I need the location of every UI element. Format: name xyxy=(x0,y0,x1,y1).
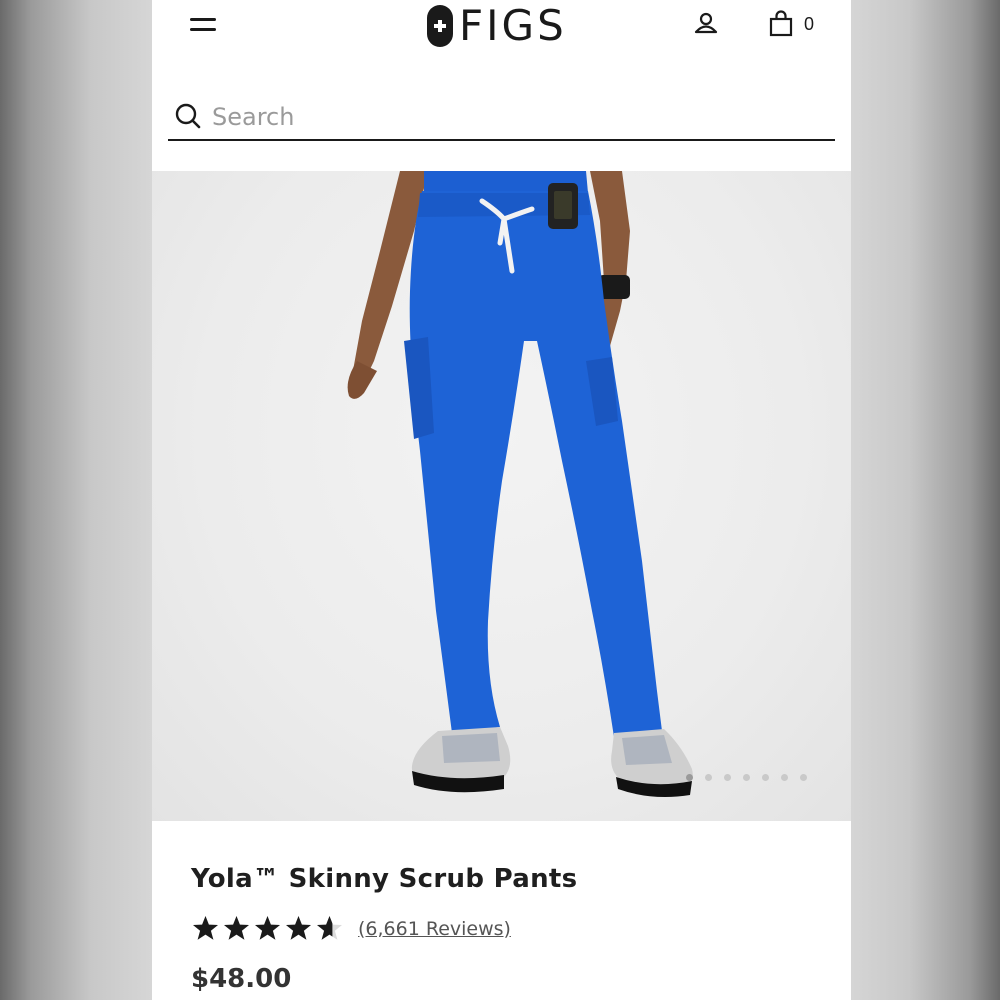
cart-count: 0 xyxy=(804,14,815,34)
backdrop-right xyxy=(848,0,1000,1000)
star-icon xyxy=(255,916,280,940)
figs-logo[interactable]: FIGS xyxy=(427,2,567,50)
product-image[interactable] xyxy=(152,171,851,821)
user-icon[interactable] xyxy=(693,10,719,36)
phone-screen: FIGS 0 Search Yola™ Skinny Scrub Pants (… xyxy=(152,0,851,1000)
search-icon[interactable] xyxy=(174,102,202,130)
search-bar xyxy=(168,96,835,141)
backdrop-left xyxy=(0,0,152,1000)
carousel-dot[interactable] xyxy=(781,774,788,781)
product-title: Yola™ Skinny Scrub Pants xyxy=(191,864,578,894)
star-icon xyxy=(224,916,249,940)
star-icon xyxy=(193,916,218,940)
logo-text: FIGS xyxy=(459,1,567,50)
shopping-bag-icon[interactable] xyxy=(768,10,794,38)
carousel-dot[interactable] xyxy=(762,774,769,781)
site-header: FIGS 0 xyxy=(152,0,851,52)
carousel-dot[interactable] xyxy=(743,774,750,781)
product-photo-illustration xyxy=(347,171,693,797)
reviews-link[interactable]: (6,661 Reviews) xyxy=(358,918,511,940)
hamburger-menu-icon[interactable] xyxy=(190,14,218,34)
star-icon xyxy=(286,916,311,940)
product-price: $48.00 xyxy=(191,964,292,994)
carousel-dots xyxy=(686,774,807,781)
search-input[interactable] xyxy=(212,98,812,136)
star-rating xyxy=(191,914,344,943)
carousel-dot[interactable] xyxy=(724,774,731,781)
carousel-dot[interactable] xyxy=(800,774,807,781)
carousel-dot[interactable] xyxy=(705,774,712,781)
figs-logo-mark xyxy=(427,5,453,47)
carousel-dot[interactable] xyxy=(686,774,693,781)
product-rating: (6,661 Reviews) xyxy=(191,914,511,943)
star-icon xyxy=(317,916,342,940)
